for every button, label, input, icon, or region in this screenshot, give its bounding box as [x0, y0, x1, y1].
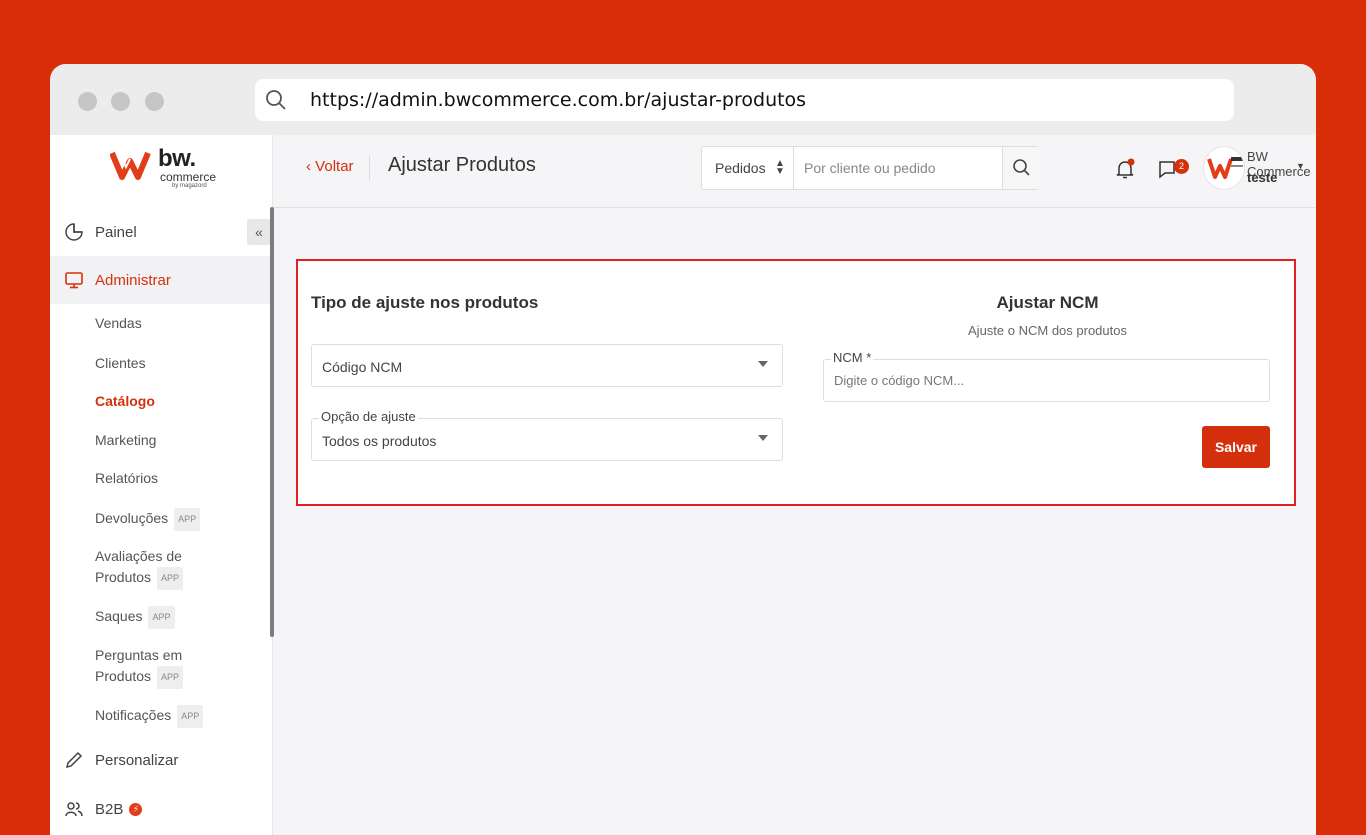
b2b-label: B2B	[95, 800, 124, 818]
sidebar-item-personalizar[interactable]: Personalizar	[50, 736, 270, 784]
sub-label: Devoluções	[95, 510, 169, 527]
search-type-value: Pedidos	[715, 160, 766, 176]
app-badge: APP	[148, 606, 175, 629]
header-divider	[369, 156, 370, 180]
adjust-type-select[interactable]: Código NCM	[311, 344, 783, 387]
browser-window: https://admin.bwcommerce.com.br/ajustar-…	[50, 64, 1316, 835]
caret-down-icon[interactable]: ▼	[1296, 161, 1305, 171]
app-badge: APP	[157, 666, 184, 689]
search-input[interactable]	[794, 147, 1001, 189]
caret-down-icon	[758, 435, 768, 441]
ncm-input[interactable]	[823, 359, 1270, 402]
user-role[interactable]: teste	[1247, 170, 1277, 185]
sidebar-item-label: Painel	[95, 223, 137, 241]
sidebar-item-administrar[interactable]: Administrar	[50, 256, 270, 304]
sidebar-item-label: B2B ⚡	[95, 800, 143, 818]
sidebar-scrollbar[interactable]	[270, 207, 274, 637]
pie-chart-icon	[65, 223, 83, 241]
avatar-logo-icon	[1207, 157, 1243, 179]
adjust-ncm-title: Ajustar NCM	[996, 293, 1099, 312]
topbar: ‹ Voltar Ajustar Produtos Pedidos ▲▼ 2	[274, 135, 1316, 208]
avatar[interactable]	[1203, 146, 1245, 190]
adjust-type-value: Código NCM	[322, 359, 403, 375]
sidebar-sub-relatorios[interactable]: Relatórios	[95, 468, 158, 489]
sub-label: Marketing	[95, 432, 157, 448]
pencil-icon	[65, 751, 83, 769]
sort-arrows-icon: ▲ ▼	[775, 158, 785, 177]
lightning-icon: ⚡	[129, 803, 143, 817]
sidebar-item-label: Personalizar	[95, 751, 179, 769]
sub-label: Clientes	[95, 355, 146, 371]
back-label: Voltar	[315, 158, 354, 175]
address-bar[interactable]: https://admin.bwcommerce.com.br/ajustar-…	[255, 79, 1234, 121]
chevron-left-icon: ‹	[306, 158, 311, 175]
logo-by: by magazord	[172, 183, 207, 189]
sub-label-line2: Produtos	[95, 569, 152, 586]
back-link[interactable]: ‹ Voltar	[306, 158, 354, 175]
sidebar-sub-clientes[interactable]: Clientes	[95, 353, 146, 374]
browser-chrome: https://admin.bwcommerce.com.br/ajustar-…	[50, 64, 1316, 135]
address-url[interactable]: https://admin.bwcommerce.com.br/ajustar-…	[310, 89, 806, 111]
sidebar-sub-avaliacoes[interactable]: Avaliações de Produtos APP	[95, 546, 184, 590]
sub-label: Saques	[95, 608, 143, 625]
sidebar-sub-saques[interactable]: Saques APP	[95, 606, 175, 629]
logo-brand: bw.	[158, 145, 196, 172]
search-icon	[1013, 159, 1030, 176]
sub-label: Catálogo	[95, 393, 155, 409]
adjust-option-label: Opção de ajuste	[319, 409, 418, 424]
brand-logo[interactable]: bw. commerce by magazord	[110, 145, 220, 191]
bell-icon[interactable]	[1114, 158, 1136, 180]
sub-label: Relatórios	[95, 470, 159, 486]
sidebar-sub-catalogo[interactable]: Catálogo	[95, 391, 155, 412]
sub-label-line2: Produtos	[95, 668, 152, 685]
sidebar-sub-vendas[interactable]: Vendas	[95, 313, 142, 334]
window-minimize-dot[interactable]	[111, 92, 130, 111]
sidebar-item-painel[interactable]: Painel	[50, 208, 270, 256]
sidebar: bw. commerce by magazord « Painel Admini…	[50, 135, 274, 835]
sidebar-sub-perguntas[interactable]: Perguntas em Produtos APP	[95, 645, 184, 689]
page-title: Ajustar Produtos	[388, 154, 536, 176]
adjust-products-card: Tipo de ajuste nos produtos Código NCM T…	[296, 259, 1296, 506]
sidebar-sub-marketing[interactable]: Marketing	[95, 430, 156, 451]
adjust-type-title: Tipo de ajuste nos produtos	[311, 293, 539, 312]
search-icon	[265, 89, 287, 116]
sidebar-item-label: Administrar	[95, 271, 171, 289]
save-button[interactable]: Salvar	[1202, 426, 1270, 468]
chat-count-badge: 2	[1174, 159, 1189, 174]
window-maximize-dot[interactable]	[145, 92, 164, 111]
search-button[interactable]	[1002, 147, 1039, 189]
sidebar-sub-notificacoes[interactable]: Notificações APP	[95, 705, 204, 728]
app-badge: APP	[177, 705, 204, 728]
users-icon	[65, 802, 83, 817]
ncm-label: NCM *	[831, 350, 874, 365]
caret-down-icon	[758, 361, 768, 367]
adjust-option-value: Todos os produtos	[322, 433, 437, 449]
admin-app: bw. commerce by magazord « Painel Admini…	[50, 135, 1316, 835]
order-search: Pedidos ▲ ▼	[701, 146, 1039, 190]
sub-label: Notificações	[95, 707, 172, 724]
app-badge: APP	[157, 567, 184, 590]
window-close-dot[interactable]	[78, 92, 97, 111]
adjust-ncm-subtitle: Ajuste o NCM dos produtos	[968, 323, 1127, 338]
logo-sub: commerce	[160, 170, 217, 184]
sidebar-item-b2b[interactable]: B2B ⚡	[50, 785, 270, 833]
sidebar-sub-devolucoes[interactable]: Devoluções APP	[95, 508, 201, 531]
logo-mark-icon	[110, 151, 151, 180]
sub-label: Vendas	[95, 315, 142, 331]
app-badge: APP	[174, 508, 201, 531]
sub-label: Avaliações de	[95, 548, 182, 564]
search-type-select[interactable]: Pedidos ▲ ▼	[702, 147, 794, 189]
sub-label: Perguntas em	[95, 647, 183, 663]
monitor-icon	[65, 272, 83, 289]
adjust-option-select[interactable]: Todos os produtos	[311, 418, 783, 461]
